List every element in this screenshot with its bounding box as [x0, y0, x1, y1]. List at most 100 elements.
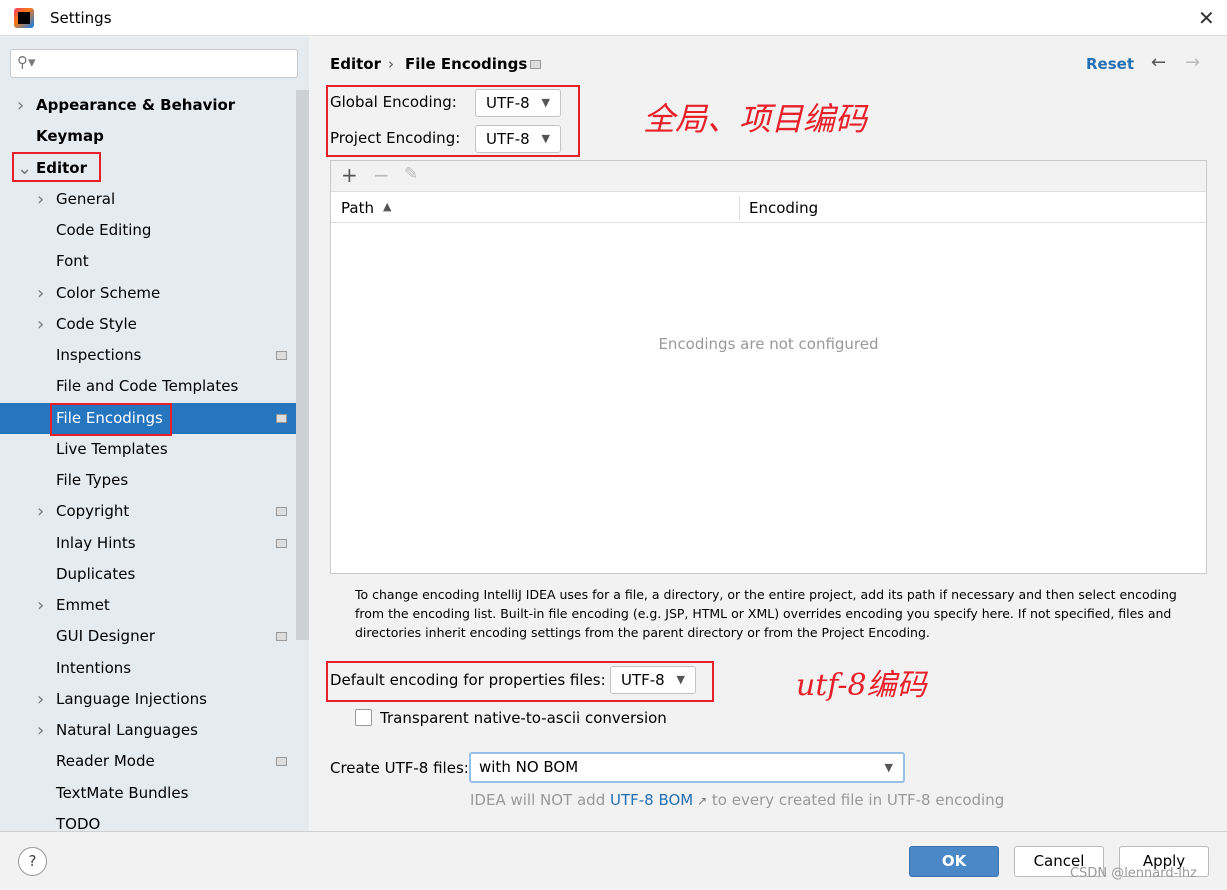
table-toolbar: + − ✎	[331, 161, 1206, 192]
transparent-conversion-label[interactable]: Transparent native-to-ascii conversion	[380, 709, 667, 727]
chevron-right-icon[interactable]: ›	[17, 90, 24, 121]
sidebar-item-inlay-hints[interactable]: Inlay Hints	[0, 528, 296, 559]
sidebar-item-label: Color Scheme	[56, 283, 161, 302]
transparent-conversion-checkbox[interactable]	[355, 709, 372, 726]
utf8-bom-link[interactable]: UTF-8 BOM	[610, 791, 693, 809]
sidebar-item-file-types[interactable]: File Types	[0, 465, 296, 496]
sidebar-item-label: Language Injections	[56, 689, 207, 708]
highlight-box-editor	[12, 152, 101, 182]
project-scope-icon	[276, 538, 287, 548]
empty-table-text: Encodings are not configured	[658, 335, 879, 353]
remove-icon[interactable]: −	[373, 163, 390, 187]
sidebar-item-label: Natural Languages	[56, 721, 198, 739]
breadcrumb-separator-icon: ›	[388, 55, 394, 73]
back-arrow-icon[interactable]: ←	[1151, 52, 1166, 73]
sidebar-item-label: Font	[56, 252, 89, 271]
sidebar-item-language-injections[interactable]: › Language Injections	[0, 684, 296, 715]
chevron-down-icon: ▼	[884, 761, 893, 774]
sidebar-item-label: TODO	[56, 814, 101, 833]
sidebar-item-label: Live Templates	[56, 439, 168, 458]
reset-link[interactable]: Reset	[1086, 55, 1134, 73]
column-header-path[interactable]: Path	[341, 199, 374, 217]
sidebar-scrollbar[interactable]	[296, 90, 309, 640]
project-scope-icon	[276, 351, 287, 360]
sidebar-item-label: Keymap	[36, 127, 104, 146]
sidebar-item-inspections[interactable]: Inspections	[0, 340, 296, 371]
intellij-logo-icon	[14, 8, 34, 28]
breadcrumb-parent[interactable]: Editor	[330, 55, 381, 73]
sidebar-item-textmate-bundles[interactable]: TextMate Bundles	[0, 778, 296, 809]
info-text: To change encoding IntelliJ IDEA uses fo…	[355, 587, 1177, 640]
project-scope-icon	[276, 632, 287, 642]
annotation-global-project: 全局、项目编码	[643, 100, 868, 138]
sidebar-item-appearance-behavior[interactable]: › Appearance & Behavior	[0, 90, 296, 121]
column-header-encoding[interactable]: Encoding	[749, 199, 818, 217]
sidebar-item-general[interactable]: › General	[0, 184, 296, 215]
chevron-right-icon[interactable]: ›	[37, 184, 44, 215]
chevron-right-icon[interactable]: ›	[37, 278, 44, 309]
sidebar-item-gui-designer[interactable]: GUI Designer	[0, 621, 296, 652]
help-icon[interactable]: ?	[18, 847, 47, 876]
highlight-box-file-encodings	[50, 403, 172, 436]
sidebar-item-label: GUI Designer	[56, 627, 155, 646]
bom-hint-text: IDEA will NOT add	[470, 791, 610, 809]
edit-pencil-icon[interactable]: ✎	[404, 164, 418, 184]
sidebar-item-label: TextMate Bundles	[56, 783, 189, 802]
footer-divider	[0, 831, 1227, 832]
sidebar-item-font[interactable]: Font	[0, 246, 296, 277]
chevron-right-icon[interactable]: ›	[37, 309, 44, 340]
bom-hint: IDEA will NOT add UTF-8 BOM ↗ to every c…	[470, 791, 1004, 809]
sidebar-item-code-editing[interactable]: Code Editing	[0, 215, 296, 246]
sidebar-item-intentions[interactable]: Intentions	[0, 653, 296, 684]
chevron-right-icon[interactable]: ›	[37, 684, 44, 715]
project-scope-icon	[276, 413, 287, 423]
sidebar-item-label: Reader Mode	[56, 752, 155, 771]
sidebar-item-natural-languages[interactable]: › Natural Languages	[0, 715, 296, 746]
sidebar-item-label: Emmet	[56, 596, 110, 614]
sidebar-item-label: Code Style	[56, 314, 137, 333]
forward-arrow-icon[interactable]: →	[1185, 52, 1200, 73]
create-utf8-label: Create UTF-8 files:	[330, 759, 469, 777]
search-input[interactable]: ⚲▾	[10, 49, 298, 78]
project-scope-icon	[276, 507, 287, 517]
bom-hint-text-end: to every created file in UTF-8 encoding	[707, 791, 1005, 809]
sidebar-item-live-templates[interactable]: Live Templates	[0, 434, 296, 465]
chevron-right-icon[interactable]: ›	[37, 496, 44, 527]
project-scope-icon	[530, 60, 541, 69]
sidebar-item-label: Intentions	[56, 658, 132, 677]
sidebar-item-label: Inlay Hints	[56, 533, 136, 552]
sidebar-item-reader-mode[interactable]: Reader Mode	[0, 746, 296, 777]
annotation-utf8: utf-8编码	[796, 668, 927, 703]
highlight-box-properties	[326, 661, 714, 702]
sidebar-item-label: Inspections	[56, 346, 142, 364]
sidebar-item-keymap[interactable]: Keymap	[0, 121, 296, 152]
sidebar-item-code-style[interactable]: › Code Style	[0, 309, 296, 340]
table-header: Path ▲ Encoding	[331, 192, 1206, 223]
sidebar-item-duplicates[interactable]: Duplicates	[0, 559, 296, 590]
add-icon[interactable]: +	[341, 163, 358, 187]
sidebar-item-color-scheme[interactable]: › Color Scheme	[0, 278, 296, 309]
chevron-right-icon[interactable]: ›	[37, 590, 44, 621]
sidebar-item-emmet[interactable]: › Emmet	[0, 590, 296, 621]
sidebar-item-copyright[interactable]: › Copyright	[0, 496, 296, 527]
project-scope-icon	[276, 757, 287, 767]
encodings-table: + − ✎ Path ▲ Encoding Encodings are not …	[330, 160, 1207, 574]
bom-select[interactable]: with NO BOM ▼	[469, 752, 905, 783]
search-icon: ⚲▾	[17, 53, 36, 71]
column-divider	[739, 196, 740, 220]
breadcrumb-current: File Encodings	[405, 55, 528, 73]
sidebar-item-label: General	[56, 189, 116, 208]
sidebar-item-label: File and Code Templates	[56, 377, 239, 396]
sidebar-item-label: Duplicates	[56, 564, 136, 583]
sidebar-item-todo[interactable]: TODO	[0, 809, 296, 840]
watermark: CSDN @lennard-lhz	[1070, 866, 1197, 881]
sidebar-item-file-and-code-templates[interactable]: File and Code Templates	[0, 371, 296, 402]
sidebar-item-label: Copyright	[56, 502, 130, 521]
title-bar: Settings ✕	[0, 0, 1227, 36]
sidebar-item-label: File Types	[56, 471, 129, 489]
sidebar-item-label: Appearance & Behavior	[36, 96, 236, 114]
close-icon[interactable]: ✕	[1198, 6, 1215, 30]
chevron-right-icon[interactable]: ›	[37, 715, 44, 746]
window-title: Settings	[50, 9, 112, 27]
ok-button[interactable]: OK	[909, 846, 999, 877]
